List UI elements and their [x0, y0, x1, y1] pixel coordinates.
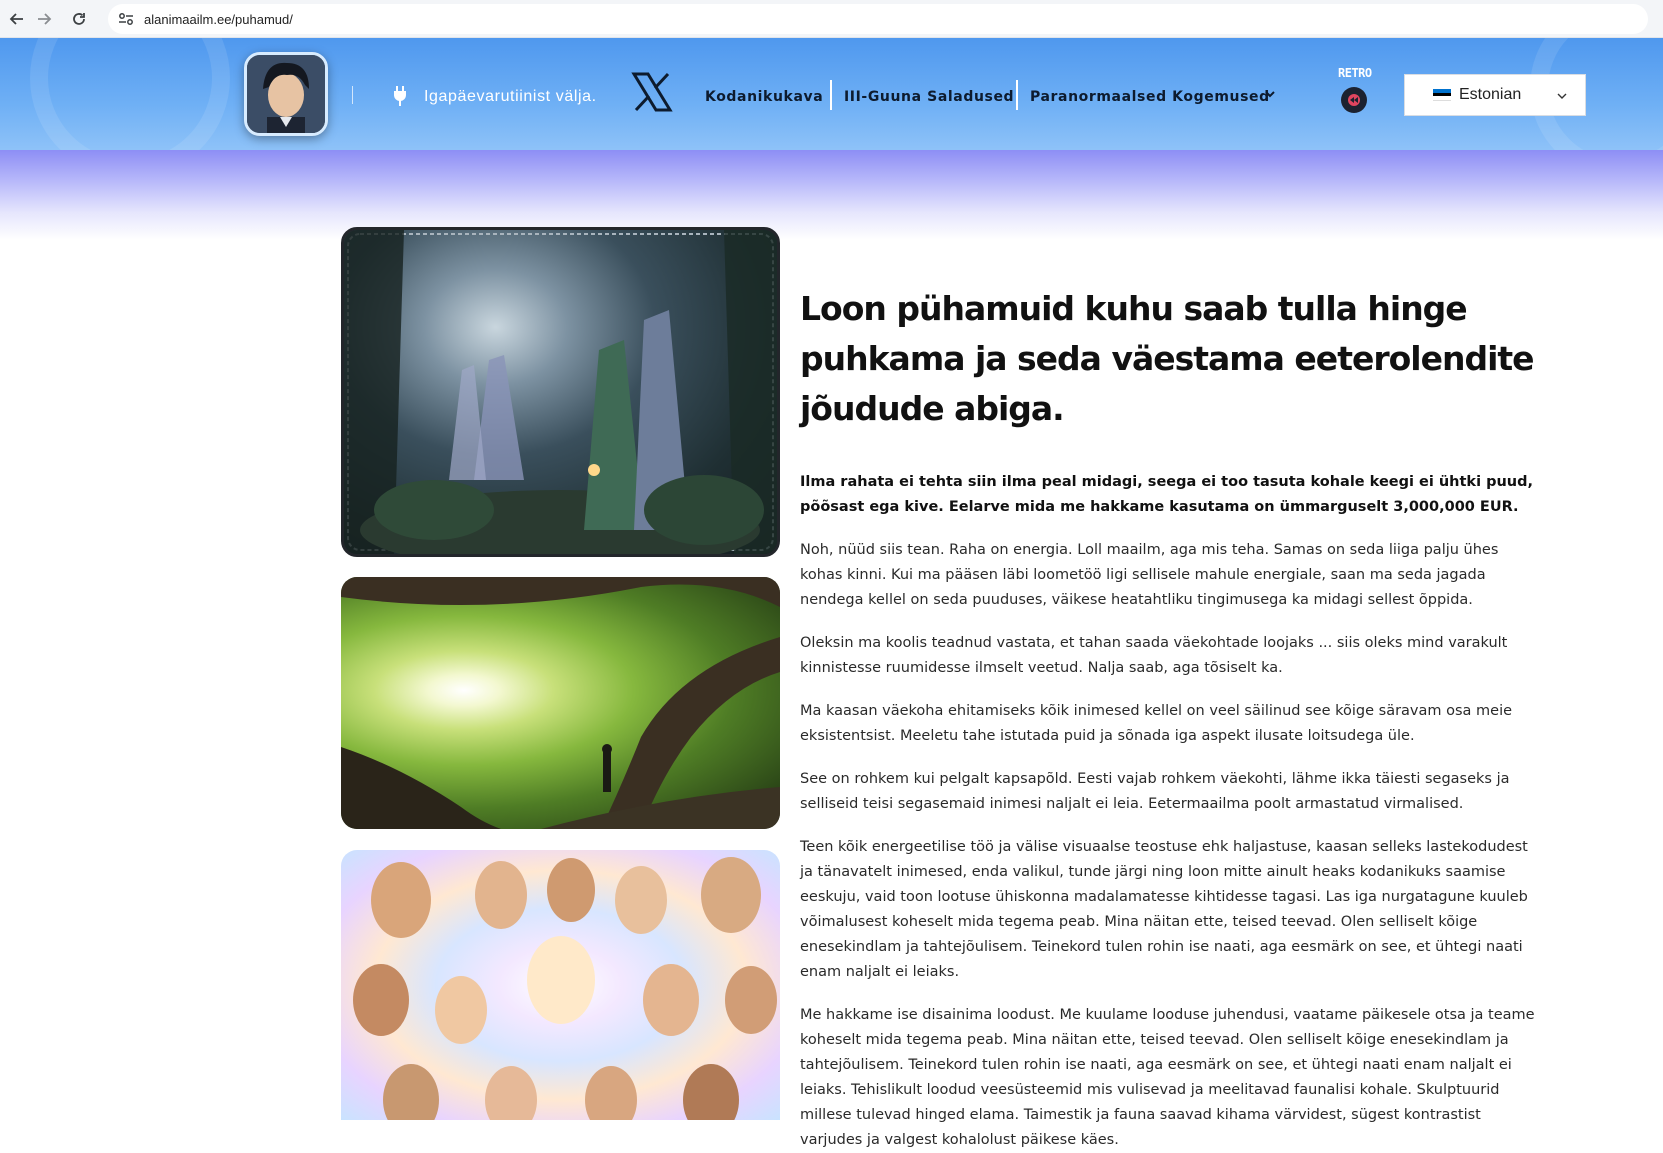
nav-iii-guuna-saladused[interactable]: III-Guuna Saladused: [844, 89, 1014, 105]
language-value: Estonian: [1459, 86, 1522, 103]
url-text: alanimaailm.ee/puhamud/: [144, 11, 293, 27]
plug-icon: [394, 86, 406, 106]
body-paragraph: Me hakkame ise disainima loodust. Me kuu…: [800, 1007, 1535, 1148]
ascended-masters-image: [341, 850, 780, 1120]
nav-kodanikukava[interactable]: Kodanikukava: [705, 89, 823, 105]
arrow-right-icon: [38, 13, 52, 25]
nav-divider: [1016, 80, 1018, 110]
reload-icon: [73, 13, 85, 25]
body-paragraph: Teen kõik energeetilise töö ja välise vi…: [800, 839, 1528, 980]
hooded-figures-illustration: [344, 230, 777, 554]
header-separator: [352, 86, 353, 104]
retro-toggle-button[interactable]: [1341, 87, 1367, 113]
reload-button[interactable]: [62, 2, 96, 36]
language-select[interactable]: Estonian: [1404, 74, 1586, 116]
body-paragraph: Noh, nüüd siis tean. Raha on energia. Lo…: [800, 542, 1499, 608]
header-glow: [0, 150, 1663, 240]
site-tagline: Igapäevarutiinist välja.: [424, 88, 597, 105]
forest-spirits-image: [341, 227, 780, 557]
site-logo-avatar[interactable]: [244, 52, 328, 136]
tree-silhouette-illustration: [341, 577, 780, 829]
site-settings-icon[interactable]: [118, 12, 134, 26]
rewind-icon: [1348, 94, 1360, 106]
avatar-portrait-icon: [247, 55, 325, 133]
nav-divider: [830, 80, 832, 110]
header-decoration: [30, 38, 230, 150]
page-title: Loon pühamuid kuhu saab tulla hinge puhk…: [800, 289, 1535, 428]
arrow-left-icon: [9, 13, 23, 25]
article-content: Loon pühamuid kuhu saab tulla hinge puhk…: [800, 284, 1542, 1153]
big-tree-image: [341, 577, 780, 829]
forward-button[interactable]: [27, 2, 61, 36]
browser-toolbar: alanimaailm.ee/puhamud/: [0, 0, 1663, 38]
chevron-down-icon[interactable]: [1264, 88, 1276, 100]
site-header: Igapäevarutiinist välja. Kodanikukava II…: [0, 38, 1663, 150]
body-paragraph: Ma kaasan väekoha ehitamiseks kõik inime…: [800, 703, 1513, 744]
faces-collage-illustration: [353, 857, 777, 1120]
body-paragraph: Oleksin ma koolis teadnud vastata, et ta…: [800, 635, 1508, 676]
estonia-flag-icon: [1433, 89, 1451, 102]
chevron-down-icon: [1557, 93, 1567, 99]
body-paragraph: See on rohkem kui pelgalt kapsapõld. Ees…: [800, 771, 1510, 812]
address-bar[interactable]: alanimaailm.ee/puhamud/: [108, 4, 1648, 34]
lead-paragraph: Ilma rahata ei tehta siin ilma peal mida…: [800, 474, 1534, 515]
retro-label: RETRO: [1338, 66, 1372, 80]
x-twitter-icon[interactable]: [630, 70, 674, 114]
nav-paranormaalsed-kogemused[interactable]: Paranormaalsed Kogemused: [1030, 89, 1270, 105]
